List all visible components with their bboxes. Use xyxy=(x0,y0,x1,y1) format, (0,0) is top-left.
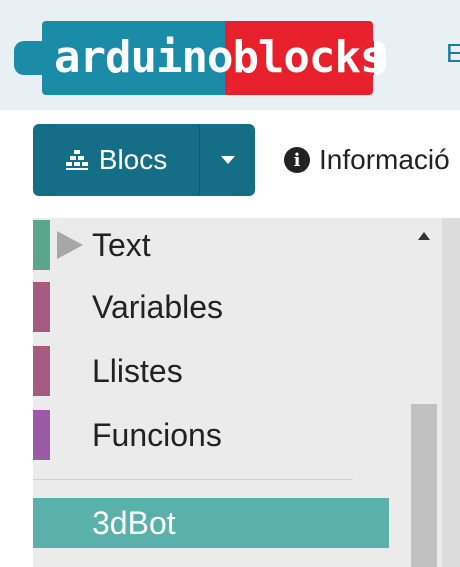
category-label: Variables xyxy=(92,289,224,325)
category-color-bar xyxy=(33,282,50,332)
blocks-dropdown-toggle[interactable] xyxy=(200,124,255,196)
info-button[interactable]: i Informació xyxy=(284,140,450,180)
info-button-label: Informació xyxy=(319,144,450,175)
blocks-icon xyxy=(65,150,88,170)
category-label: Funcions xyxy=(92,417,222,453)
arduinoblocks-logo[interactable]: arduin oblocks xyxy=(14,21,386,95)
workspace-edge xyxy=(442,218,460,567)
blocks-button-label: Blocs xyxy=(98,144,168,175)
category-color-bar xyxy=(33,346,50,396)
category-label: Text xyxy=(92,227,151,263)
toolbox-category-text[interactable]: Text xyxy=(33,220,389,270)
toolbox-category-3dbot[interactable]: 3dBot xyxy=(33,498,389,548)
toolbox-category-variables[interactable]: Variables xyxy=(33,282,389,332)
header-nav-cut-text[interactable]: E xyxy=(446,38,460,69)
logo-text-part1: arduin xyxy=(54,31,208,83)
toolbox-category-lists[interactable]: Llistes xyxy=(33,346,389,396)
caret-down-icon xyxy=(220,156,235,164)
category-label: Llistes xyxy=(92,353,183,389)
app-header: arduin oblocks E xyxy=(0,0,460,110)
expand-triangle-icon[interactable] xyxy=(57,231,83,259)
scroll-up-arrow-icon[interactable] xyxy=(418,232,430,240)
category-color-bar xyxy=(33,220,50,270)
category-label: 3dBot xyxy=(92,505,176,541)
toolbox-panel: Text Variables Llistes Funcions 3dBot xyxy=(33,218,443,567)
category-color-bar xyxy=(33,410,50,460)
blocks-button[interactable]: Blocs xyxy=(33,124,200,196)
info-circle-icon: i xyxy=(284,147,310,173)
logo-text: arduin oblocks xyxy=(54,29,386,85)
toolbox-category-functions[interactable]: Funcions xyxy=(33,410,389,460)
blocks-button-group: Blocs xyxy=(33,124,255,196)
toolbox-scrollbar-thumb[interactable] xyxy=(411,404,437,567)
toolbox-separator xyxy=(33,479,353,480)
logo-text-part2: oblocks xyxy=(206,31,386,83)
